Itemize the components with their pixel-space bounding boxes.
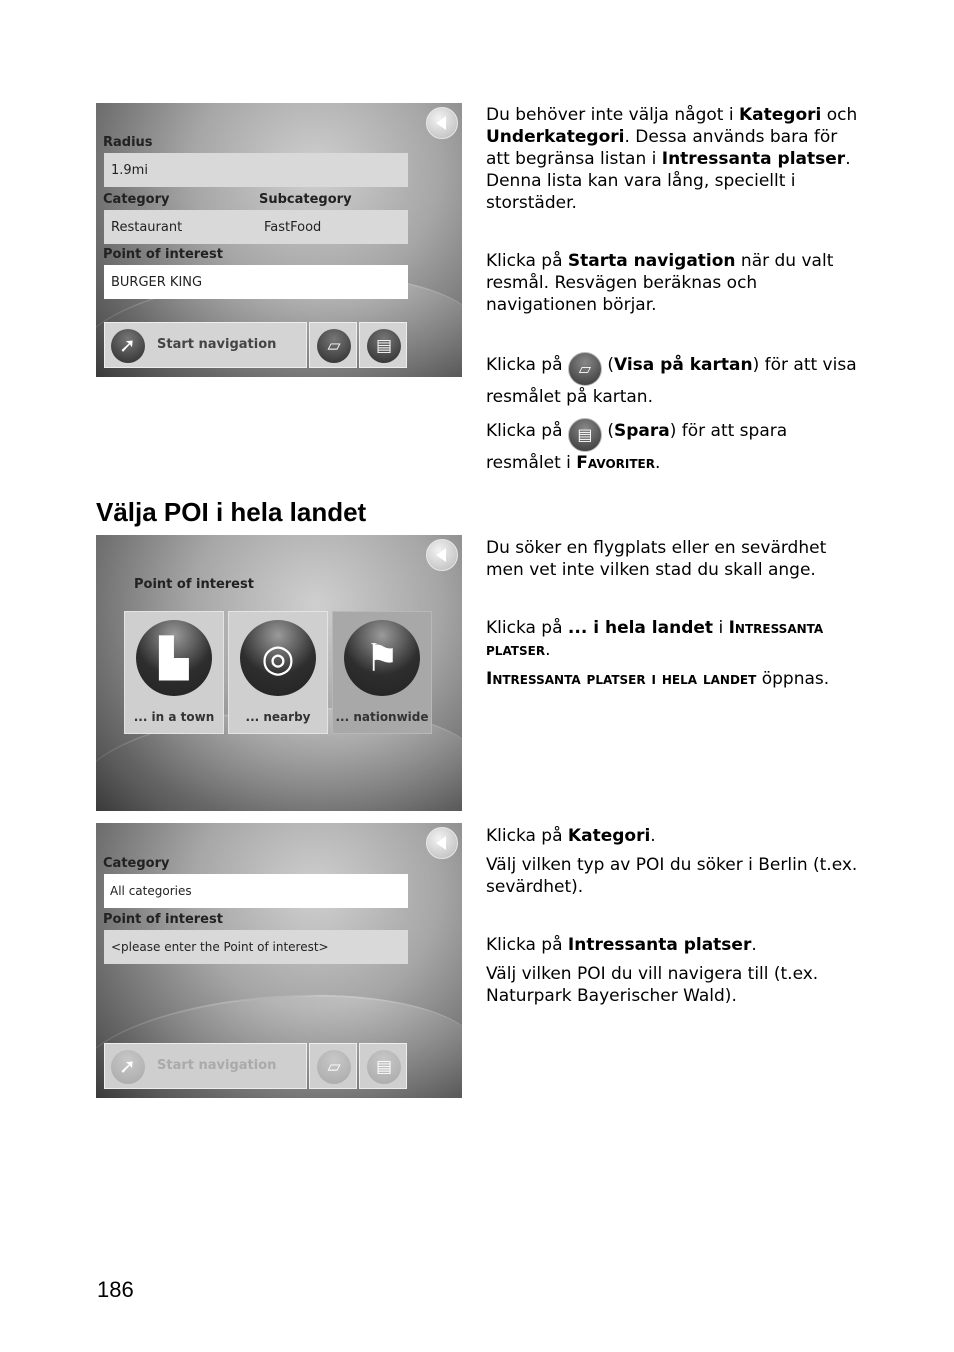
start-navigation-button[interactable]: Start navigation bbox=[104, 1043, 307, 1089]
category-value: All categories bbox=[110, 884, 192, 898]
text: Du behöver inte välja något i bbox=[486, 105, 739, 125]
text: och bbox=[821, 105, 858, 125]
back-button[interactable] bbox=[426, 107, 458, 139]
paragraph-opens: Intressanta platser i hela landet öppnas… bbox=[486, 668, 866, 690]
map-icon: ▱ bbox=[567, 352, 602, 386]
poi-nationwide-term: Intressanta platser i hela landet bbox=[486, 669, 757, 689]
navigation-arrow-icon bbox=[111, 1050, 145, 1084]
text: Klicka på bbox=[486, 355, 568, 375]
text: Klicka på bbox=[486, 251, 568, 271]
poi-label: Point of interest bbox=[103, 912, 223, 927]
paragraph-choose-poi: Välj vilken POI du vill navigera till (t… bbox=[486, 964, 819, 1006]
text: . bbox=[650, 826, 656, 846]
paragraph-save: Klicka på ▤ (Spara) för att spara resmål… bbox=[486, 418, 866, 474]
text: . bbox=[751, 935, 757, 955]
category-value: Restaurant bbox=[111, 220, 183, 235]
subcategory-label: Subcategory bbox=[259, 192, 352, 207]
map-icon: ▱ bbox=[317, 1050, 351, 1084]
bold-term: Starta navigation bbox=[567, 251, 736, 271]
show-on-map-button[interactable]: ▱ bbox=[309, 1043, 357, 1089]
floppy-disk-icon: ▤ bbox=[367, 329, 401, 363]
start-navigation-button[interactable]: Start navigation bbox=[104, 322, 307, 368]
radius-label: Radius bbox=[103, 135, 153, 150]
radius-value: 1.9mi bbox=[111, 163, 148, 178]
radius-field[interactable]: 1.9mi bbox=[104, 153, 408, 187]
bold-term: Visa på kartan bbox=[613, 355, 753, 375]
poi-field[interactable]: BURGER KING bbox=[104, 265, 408, 299]
bold-term: Kategori bbox=[567, 826, 651, 846]
save-button[interactable]: ▤ bbox=[359, 322, 407, 368]
tile-nationwide[interactable]: ⚑ ... nationwide bbox=[332, 611, 432, 734]
back-button[interactable] bbox=[426, 539, 458, 571]
screenshot-poi-menu: Point of interest ▙ ... in a town ◎ ... … bbox=[96, 535, 462, 811]
city-icon: ▙ bbox=[136, 620, 212, 696]
text: Klicka på bbox=[486, 421, 568, 441]
paragraph-click-poi: Klicka på Intressanta platser. bbox=[486, 934, 866, 956]
text: Klicka på bbox=[486, 935, 568, 955]
bold-term: Intressanta platser bbox=[661, 149, 846, 169]
poi-label: Point of interest bbox=[134, 577, 254, 592]
floppy-disk-icon: ▤ bbox=[367, 1050, 401, 1084]
tile-label: ... nearby bbox=[245, 710, 311, 724]
text: . bbox=[545, 640, 551, 660]
paragraph-click-nationwide: Klicka på ... i hela landet i Intressant… bbox=[486, 617, 866, 661]
map-icon: ▱ bbox=[317, 329, 351, 363]
back-button[interactable] bbox=[426, 827, 458, 859]
tile-label: ... in a town bbox=[133, 710, 215, 724]
bold-term: Spara bbox=[613, 421, 670, 441]
tile-label: ... nationwide bbox=[335, 710, 429, 724]
subcategory-value[interactable]: FastFood bbox=[264, 220, 321, 235]
screenshot-poi-details: Radius 1.9mi Category Subcategory Restau… bbox=[96, 103, 462, 377]
navigation-arrow-icon bbox=[111, 329, 145, 363]
target-icon: ◎ bbox=[240, 620, 316, 696]
bold-term: Underkategori bbox=[486, 127, 625, 147]
paragraph-start-navigation: Klicka på Starta navigation när du valt … bbox=[486, 250, 866, 316]
save-button[interactable]: ▤ bbox=[359, 1043, 407, 1089]
screenshot-poi-nationwide: Category All categories Point of interes… bbox=[96, 823, 462, 1098]
tile-nearby[interactable]: ◎ ... nearby bbox=[228, 611, 328, 734]
poi-label: Point of interest bbox=[103, 247, 223, 262]
text: Klicka på bbox=[486, 826, 568, 846]
flags-icon: ⚑ bbox=[344, 620, 420, 696]
text: öppnas. bbox=[756, 669, 830, 689]
poi-placeholder: <please enter the Point of interest> bbox=[111, 940, 329, 954]
poi-value: BURGER KING bbox=[111, 275, 203, 290]
category-field[interactable]: All categories bbox=[104, 874, 408, 908]
category-label: Category bbox=[103, 856, 170, 871]
paragraph-choose-type: Välj vilken typ av POI du söker i Berlin… bbox=[486, 855, 858, 897]
paragraph-show-on-map: Klicka på ▱ (Visa på kartan) för att vis… bbox=[486, 352, 866, 408]
text: Klicka på bbox=[486, 618, 568, 638]
paragraph-category-info: Du behöver inte välja något i Kategori o… bbox=[486, 104, 866, 214]
bold-term: Intressanta platser bbox=[567, 935, 752, 955]
favorites-term: Favoriter bbox=[576, 453, 655, 473]
text: . bbox=[655, 453, 661, 473]
category-field[interactable]: Restaurant FastFood bbox=[104, 210, 408, 244]
text: i bbox=[713, 618, 729, 638]
tile-in-a-town[interactable]: ▙ ... in a town bbox=[124, 611, 224, 734]
show-on-map-button[interactable]: ▱ bbox=[309, 322, 357, 368]
category-label: Category bbox=[103, 192, 170, 207]
paragraph-click-category: Klicka på Kategori. bbox=[486, 825, 866, 847]
start-navigation-label: Start navigation bbox=[157, 1058, 277, 1073]
bold-term: Kategori bbox=[738, 105, 822, 125]
start-navigation-label: Start navigation bbox=[157, 337, 277, 352]
page-number: 186 bbox=[97, 1277, 134, 1302]
bold-term: ... i hela landet bbox=[567, 618, 714, 638]
paragraph-intro: Du söker en flygplats eller en sevärdhet… bbox=[486, 538, 827, 580]
section-title: Välja POI i hela landet bbox=[96, 497, 367, 527]
poi-field[interactable]: <please enter the Point of interest> bbox=[104, 930, 408, 964]
floppy-disk-icon: ▤ bbox=[567, 418, 602, 452]
